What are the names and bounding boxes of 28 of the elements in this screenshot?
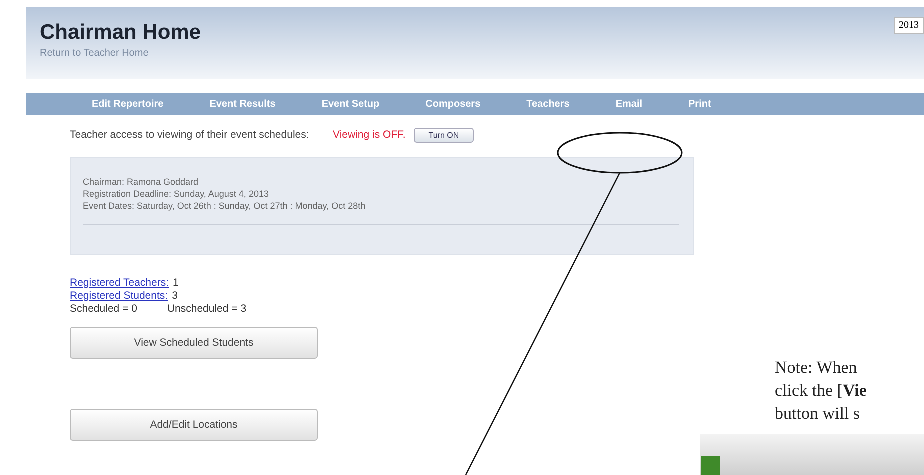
app-icon bbox=[701, 456, 720, 475]
nav-link[interactable]: Print bbox=[688, 98, 712, 110]
nav-link[interactable]: Event Setup bbox=[322, 98, 380, 110]
count-value: 3 bbox=[172, 290, 178, 302]
return-link[interactable]: Return to Teacher Home bbox=[40, 48, 202, 59]
schedule-count: Scheduled = 0 bbox=[70, 303, 138, 315]
info-line: Event Dates: Saturday, Oct 26th : Sunday, Oct 27th : Monday, Oct 28th bbox=[83, 200, 367, 212]
year-selector[interactable]: 2013 bbox=[894, 17, 924, 34]
access-label: Teacher access to viewing of their event schedules: bbox=[70, 129, 310, 141]
nav-link[interactable]: Teachers bbox=[526, 98, 570, 110]
count-link[interactable]: Registered Students: bbox=[70, 290, 168, 302]
schedule-count: Unscheduled = 3 bbox=[167, 303, 247, 315]
viewing-status: Viewing is OFF. bbox=[333, 129, 406, 141]
count-value: 1 bbox=[173, 277, 179, 289]
turn-on-button[interactable]: Turn ON bbox=[414, 128, 474, 142]
action-button[interactable]: View Scheduled Students bbox=[70, 327, 318, 359]
note-text: button will s bbox=[775, 403, 862, 425]
nav-link[interactable]: Event Results bbox=[210, 98, 276, 110]
page-title: Chairman Home bbox=[40, 21, 202, 45]
count-link[interactable]: Registered Teachers: bbox=[70, 277, 170, 289]
note-text: Note: When bbox=[775, 357, 858, 379]
info-line: Chairman: Ramona Goddard bbox=[83, 176, 200, 188]
nav-link[interactable]: Composers bbox=[426, 98, 481, 110]
action-button[interactable]: Add/Edit Locations bbox=[70, 409, 318, 441]
nav-link[interactable]: Email bbox=[616, 98, 643, 110]
nav-link[interactable]: Edit Repertoire bbox=[92, 98, 164, 110]
info-line: Registration Deadline: Sunday, August 4, 2013 bbox=[83, 188, 270, 200]
note-text: click the [Vie bbox=[775, 380, 867, 402]
